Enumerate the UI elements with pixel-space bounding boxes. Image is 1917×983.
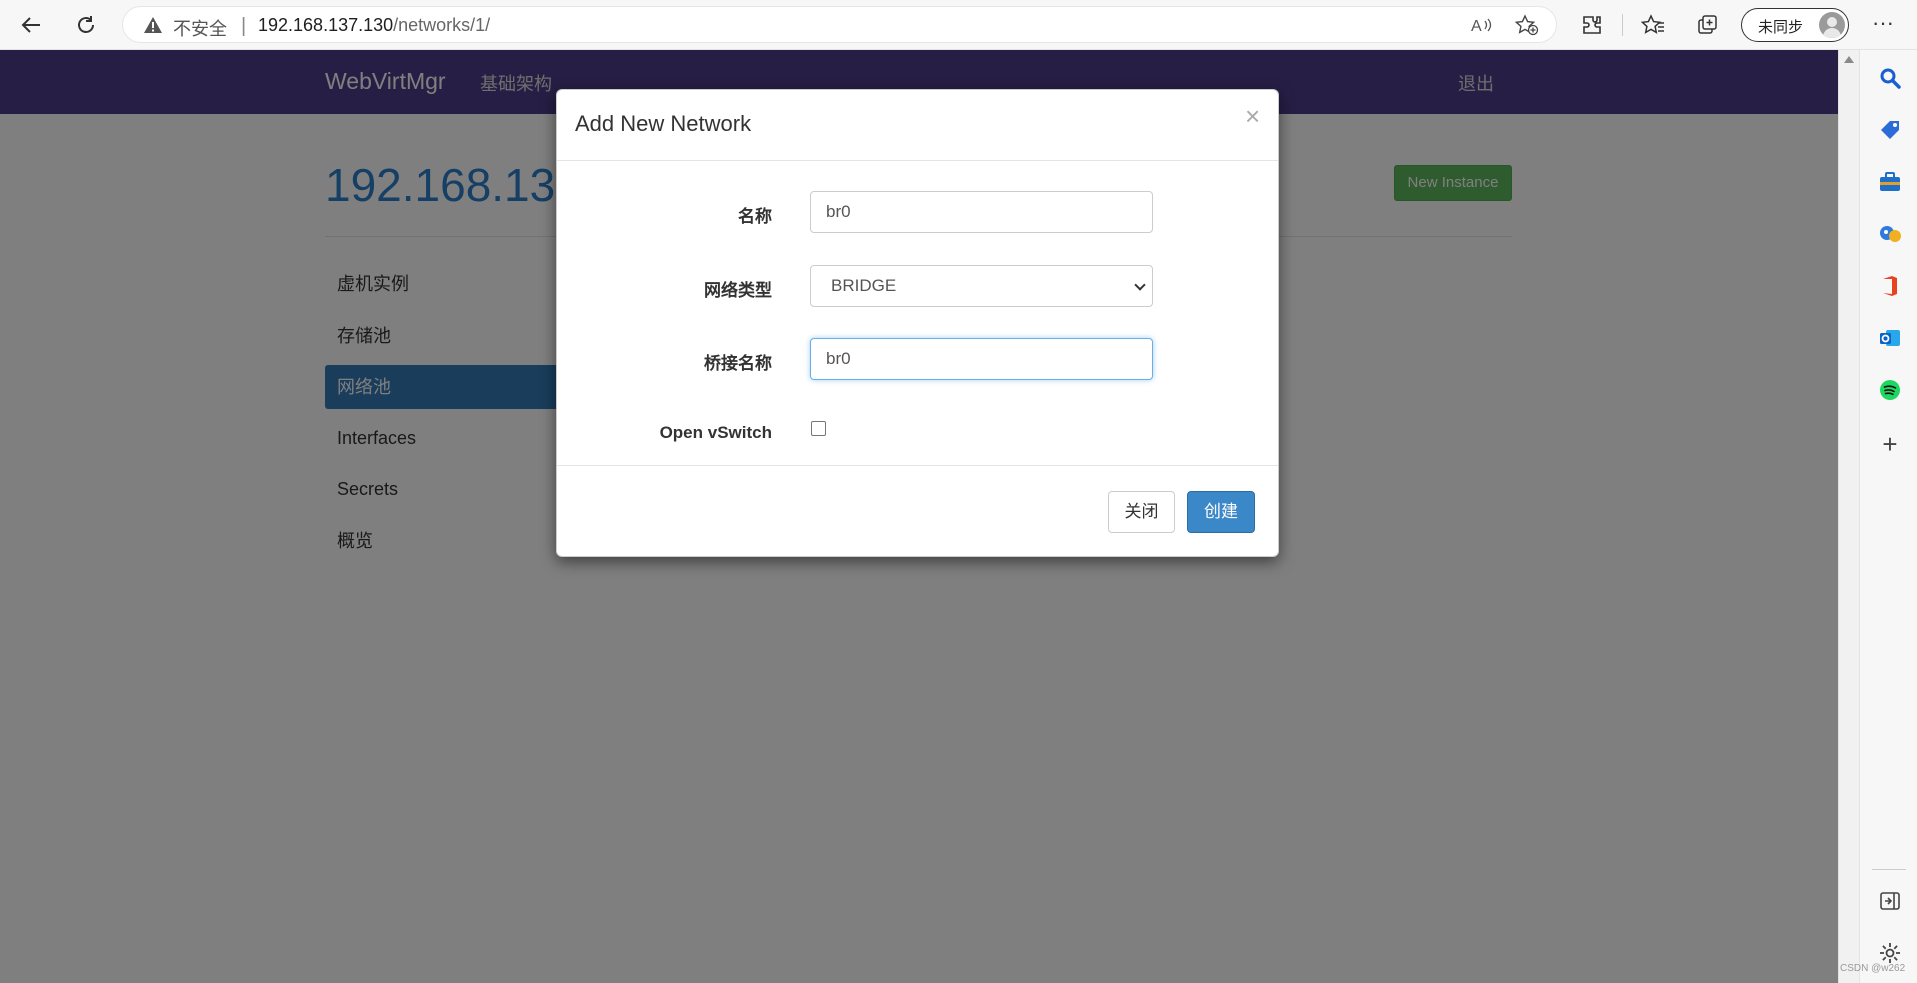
settings-icon[interactable] xyxy=(1878,941,1902,965)
network-type-value: BRIDGE xyxy=(831,276,897,295)
browser-sidebar: + xyxy=(1859,50,1917,983)
close-icon[interactable]: × xyxy=(1245,103,1260,129)
dialog-title: Add New Network xyxy=(575,111,752,136)
extensions-icon[interactable] xyxy=(1575,8,1609,42)
sync-label: 未同步 xyxy=(1758,19,1804,36)
url-text[interactable]: 192.168.137.130/networks/1/ xyxy=(258,15,490,36)
collections-icon[interactable] xyxy=(1691,8,1725,42)
add-network-dialog: Add New Network × 名称 br0 网络类型 BRIDGE 桥接名… xyxy=(556,89,1279,557)
watermark: CSDN @w262 xyxy=(1840,963,1906,974)
chevron-down-icon xyxy=(1134,279,1146,291)
office-icon[interactable] xyxy=(1878,274,1902,298)
games-icon[interactable] xyxy=(1878,222,1902,246)
create-button[interactable]: 创建 xyxy=(1187,491,1255,533)
search-icon[interactable] xyxy=(1878,66,1902,90)
open-vswitch-checkbox[interactable] xyxy=(811,421,826,436)
network-type-select[interactable]: BRIDGE xyxy=(810,265,1153,307)
bridge-name-label: 桥接名称 xyxy=(704,354,772,373)
add-favorite-icon[interactable] xyxy=(1513,13,1541,37)
shopping-tag-icon[interactable] xyxy=(1878,118,1902,142)
open-vswitch-label: Open vSwitch xyxy=(659,423,772,442)
read-aloud-icon[interactable]: A xyxy=(1468,13,1496,37)
refresh-icon[interactable] xyxy=(69,8,103,42)
svg-text:A: A xyxy=(1471,18,1482,35)
address-separator: | xyxy=(241,15,247,37)
web-page: WebVirtMgr 基础架构 退出 192.168.137 New Insta… xyxy=(0,50,1838,983)
browser-toolbar: 不安全 | 192.168.137.130/networks/1/ A 未同步 … xyxy=(0,0,1917,50)
sidebar-divider xyxy=(1872,869,1906,870)
dialog-header-divider xyxy=(557,160,1278,161)
url-path: /networks/1/ xyxy=(393,15,491,35)
outlook-icon[interactable] xyxy=(1878,326,1902,350)
back-icon[interactable] xyxy=(14,8,48,42)
add-icon[interactable]: + xyxy=(1878,431,1902,457)
name-label: 名称 xyxy=(738,207,772,226)
name-input[interactable]: br0 xyxy=(810,191,1153,233)
insecure-label[interactable]: 不安全 xyxy=(173,15,227,41)
toolbar-divider xyxy=(1622,14,1623,36)
favorites-icon[interactable] xyxy=(1636,8,1670,42)
profile-sync-button[interactable]: 未同步 xyxy=(1741,8,1849,42)
split-screen-icon[interactable] xyxy=(1878,889,1902,913)
spotify-icon[interactable] xyxy=(1878,378,1902,402)
dialog-footer-divider xyxy=(557,465,1278,466)
profile-icon xyxy=(1819,12,1845,38)
page-scrollbar[interactable] xyxy=(1838,50,1859,983)
network-type-label: 网络类型 xyxy=(704,281,772,300)
close-button[interactable]: 关闭 xyxy=(1108,491,1175,533)
warning-icon[interactable] xyxy=(143,16,163,34)
scroll-up-arrow-icon[interactable] xyxy=(1844,56,1854,63)
url-host: 192.168.137.130 xyxy=(258,15,394,35)
more-icon[interactable]: ··· xyxy=(1866,10,1900,40)
tools-icon[interactable] xyxy=(1878,170,1902,194)
bridge-name-input[interactable]: br0 xyxy=(810,338,1153,380)
address-bar[interactable]: 不安全 | 192.168.137.130/networks/1/ A xyxy=(122,6,1557,43)
